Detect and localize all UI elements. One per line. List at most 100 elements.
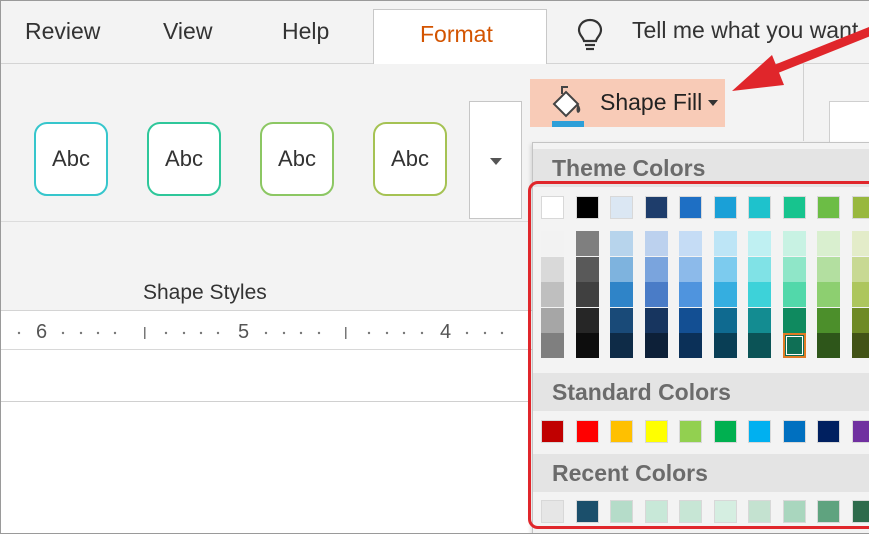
standard-color-swatch[interactable] (713, 420, 737, 443)
theme-shade-swatch[interactable] (851, 307, 869, 333)
theme-shade-swatch[interactable] (748, 282, 771, 307)
recent-color-swatch[interactable] (782, 500, 806, 523)
theme-shade-swatch[interactable] (575, 256, 599, 282)
theme-shade-swatch[interactable] (679, 231, 702, 256)
recent-color-swatch[interactable] (610, 500, 633, 523)
theme-shade-swatch[interactable] (817, 333, 840, 358)
theme-shade-swatch[interactable] (713, 333, 737, 358)
recent-color-swatch[interactable] (748, 500, 771, 523)
theme-color-swatch[interactable] (679, 196, 702, 219)
theme-color-swatch[interactable] (575, 196, 599, 219)
theme-shade-swatch[interactable] (575, 282, 599, 307)
theme-shade-swatch[interactable] (817, 256, 840, 282)
theme-shade-swatch[interactable] (575, 231, 599, 256)
standard-color-swatch[interactable] (782, 420, 806, 443)
theme-shade-swatch[interactable] (575, 307, 599, 333)
theme-shade-swatch[interactable] (713, 231, 737, 256)
app-window: Review View Help Format Tell me what you… (0, 0, 869, 534)
ribbon-tab-bar: Review View Help Format Tell me what you… (1, 1, 869, 65)
theme-color-swatch[interactable] (713, 196, 737, 219)
theme-shade-swatch[interactable] (748, 231, 771, 256)
theme-color-swatch[interactable] (782, 196, 806, 219)
standard-color-swatch[interactable] (575, 420, 599, 443)
theme-shade-swatch[interactable] (679, 256, 702, 282)
theme-shade-swatch[interactable] (575, 333, 599, 358)
chevron-down-icon (490, 158, 502, 165)
tab-review[interactable]: Review (25, 18, 100, 45)
shape-fill-dropdown: Theme Colors Standard Colors Recent Colo… (532, 142, 869, 533)
theme-shade-swatch[interactable] (610, 282, 633, 307)
theme-shade-swatch[interactable] (782, 307, 806, 333)
theme-shade-swatch[interactable] (644, 307, 668, 333)
theme-shade-swatch[interactable] (541, 307, 564, 333)
theme-shade-swatch[interactable] (644, 333, 668, 358)
recent-color-swatch[interactable] (644, 500, 668, 523)
theme-shade-swatch[interactable] (610, 333, 633, 358)
theme-shade-swatch[interactable] (851, 282, 869, 307)
theme-color-swatch[interactable] (817, 196, 840, 219)
theme-shade-swatch[interactable] (748, 333, 771, 358)
theme-shade-swatch[interactable] (610, 256, 633, 282)
theme-shade-swatch[interactable] (541, 282, 564, 307)
recent-color-swatch[interactable] (713, 500, 737, 523)
ruler-ticks (17, 327, 504, 339)
theme-shade-swatch[interactable] (817, 282, 840, 307)
recent-color-swatch[interactable] (679, 500, 702, 523)
recent-color-swatch[interactable] (851, 500, 869, 523)
theme-shade-swatch[interactable] (851, 231, 869, 256)
theme-color-swatch[interactable] (610, 196, 633, 219)
tell-me-search[interactable]: Tell me what you want (632, 17, 858, 44)
standard-color-swatch[interactable] (679, 420, 702, 443)
standard-color-swatch[interactable] (851, 420, 869, 443)
theme-shade-swatch[interactable] (851, 333, 869, 358)
theme-shade-swatch[interactable] (782, 333, 806, 358)
tab-help[interactable]: Help (282, 18, 329, 45)
theme-shade-swatch[interactable] (644, 231, 668, 256)
theme-shade-swatch[interactable] (541, 256, 564, 282)
theme-shade-swatch[interactable] (782, 282, 806, 307)
tab-view[interactable]: View (163, 18, 212, 45)
theme-shade-swatch[interactable] (817, 231, 840, 256)
theme-shade-swatch[interactable] (748, 307, 771, 333)
theme-shade-swatch[interactable] (817, 307, 840, 333)
theme-shade-swatch[interactable] (782, 231, 806, 256)
theme-shade-swatch[interactable] (610, 307, 633, 333)
shape-style-2[interactable]: Abc (147, 122, 221, 196)
theme-shade-swatch[interactable] (713, 282, 737, 307)
theme-shade-swatch[interactable] (541, 231, 564, 256)
theme-shade-swatch[interactable] (851, 256, 869, 282)
theme-shade-swatch[interactable] (782, 256, 806, 282)
recent-color-swatch[interactable] (541, 500, 564, 523)
theme-shade-swatch[interactable] (644, 282, 668, 307)
standard-color-swatch[interactable] (748, 420, 771, 443)
theme-shade-swatch[interactable] (679, 333, 702, 358)
tab-format[interactable]: Format (373, 9, 547, 65)
theme-shade-swatch[interactable] (713, 307, 737, 333)
tab-format-label: Format (420, 21, 493, 47)
theme-shade-swatch[interactable] (610, 231, 633, 256)
standard-color-swatch[interactable] (817, 420, 840, 443)
standard-color-swatch[interactable] (610, 420, 633, 443)
ribbon-control[interactable] (829, 101, 869, 143)
theme-shade-swatch[interactable] (679, 282, 702, 307)
theme-shade-swatch[interactable] (713, 256, 737, 282)
theme-color-swatch[interactable] (644, 196, 668, 219)
shape-style-3[interactable]: Abc (260, 122, 334, 196)
theme-shade-swatch[interactable] (541, 333, 564, 358)
shape-styles-more-button[interactable] (469, 101, 522, 219)
shape-style-4[interactable]: Abc (373, 122, 447, 196)
shape-styles-group-label: Shape Styles (143, 281, 267, 304)
theme-color-swatch[interactable] (748, 196, 771, 219)
recent-color-swatch[interactable] (575, 500, 599, 523)
standard-color-swatch[interactable] (541, 420, 564, 443)
shape-fill-button[interactable]: Shape Fill (530, 79, 725, 127)
theme-color-swatch[interactable] (851, 196, 869, 219)
theme-shade-swatch[interactable] (679, 307, 702, 333)
shape-style-1[interactable]: Abc (34, 122, 108, 196)
theme-shade-swatch[interactable] (644, 256, 668, 282)
standard-color-swatch[interactable] (644, 420, 668, 443)
ruler-number: 6 (36, 321, 48, 343)
theme-color-swatch[interactable] (541, 196, 564, 219)
recent-color-swatch[interactable] (817, 500, 840, 523)
theme-shade-swatch[interactable] (748, 256, 771, 282)
